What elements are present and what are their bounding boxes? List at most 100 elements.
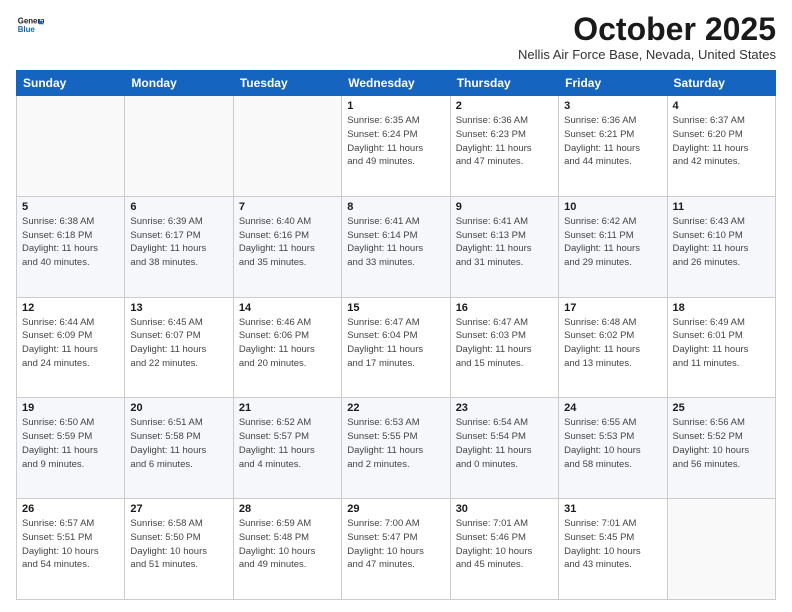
table-row: 10Sunrise: 6:42 AM Sunset: 6:11 PM Dayli… [559, 196, 667, 297]
day-info: Sunrise: 6:39 AM Sunset: 6:17 PM Dayligh… [130, 215, 227, 270]
day-number: 24 [564, 402, 661, 414]
table-row: 14Sunrise: 6:46 AM Sunset: 6:06 PM Dayli… [233, 297, 341, 398]
day-info: Sunrise: 6:56 AM Sunset: 5:52 PM Dayligh… [673, 416, 770, 471]
header: General Blue October 2025 Nellis Air For… [16, 12, 776, 62]
day-number: 19 [22, 402, 119, 414]
header-friday: Friday [559, 71, 667, 96]
day-number: 16 [456, 302, 553, 314]
day-number: 7 [239, 201, 336, 213]
day-info: Sunrise: 6:52 AM Sunset: 5:57 PM Dayligh… [239, 416, 336, 471]
calendar-header-row: Sunday Monday Tuesday Wednesday Thursday… [17, 71, 776, 96]
day-info: Sunrise: 6:35 AM Sunset: 6:24 PM Dayligh… [347, 114, 444, 169]
table-row: 22 Sunrise: 6:53 AM Sunset: 5:55 PM Dayli… [342, 398, 450, 499]
day-number: 1 [347, 100, 444, 112]
day-number: 31 [564, 503, 661, 515]
table-row: 20Sunrise: 6:51 AM Sunset: 5:58 PM Dayli… [125, 398, 233, 499]
day-info: Sunrise: 6:55 AM Sunset: 5:53 PM Dayligh… [564, 416, 661, 471]
month-title: October 2025 [518, 12, 776, 47]
day-number: 22 [347, 402, 444, 414]
table-row [17, 96, 125, 197]
header-sunday: Sunday [17, 71, 125, 96]
table-row: 18 Sunrise: 6:49 AM Sunset: 6:01 PM Dayli… [667, 297, 775, 398]
day-info: Sunrise: 6:53 AM Sunset: 5:55 PM Dayligh… [347, 416, 444, 471]
day-info: Sunrise: 6:41 AM Sunset: 6:13 PM Dayligh… [456, 215, 553, 270]
day-number: 4 [673, 100, 770, 112]
table-row: 11Sunrise: 6:43 AM Sunset: 6:10 PM Dayli… [667, 196, 775, 297]
day-number: 27 [130, 503, 227, 515]
day-info: Sunrise: 6:54 AM Sunset: 5:54 PM Dayligh… [456, 416, 553, 471]
day-info: Sunrise: 7:01 AM Sunset: 5:45 PM Dayligh… [564, 517, 661, 572]
day-number: 20 [130, 402, 227, 414]
logo: General Blue [16, 12, 44, 40]
day-number: 30 [456, 503, 553, 515]
table-row: 17 Sunrise: 6:48 AM Sunset: 6:02 PM Dayli… [559, 297, 667, 398]
day-number: 17 [564, 302, 661, 314]
day-number: 9 [456, 201, 553, 213]
day-number: 15 [347, 302, 444, 314]
header-thursday: Thursday [450, 71, 558, 96]
subtitle: Nellis Air Force Base, Nevada, United St… [518, 47, 776, 62]
table-row [667, 499, 775, 600]
week-row-2: 12Sunrise: 6:44 AM Sunset: 6:09 PM Dayli… [17, 297, 776, 398]
day-info: Sunrise: 6:41 AM Sunset: 6:14 PM Dayligh… [347, 215, 444, 270]
week-row-3: 19 Sunrise: 6:50 AM Sunset: 5:59 PM Dayli… [17, 398, 776, 499]
day-number: 6 [130, 201, 227, 213]
day-number: 12 [22, 302, 119, 314]
day-info: Sunrise: 6:38 AM Sunset: 6:18 PM Dayligh… [22, 215, 119, 270]
day-number: 13 [130, 302, 227, 314]
table-row: 8Sunrise: 6:41 AM Sunset: 6:14 PM Daylig… [342, 196, 450, 297]
day-info: Sunrise: 6:57 AM Sunset: 5:51 PM Dayligh… [22, 517, 119, 572]
header-tuesday: Tuesday [233, 71, 341, 96]
week-row-1: 5Sunrise: 6:38 AM Sunset: 6:18 PM Daylig… [17, 196, 776, 297]
day-info: Sunrise: 6:36 AM Sunset: 6:23 PM Dayligh… [456, 114, 553, 169]
page: General Blue October 2025 Nellis Air For… [0, 0, 792, 612]
header-saturday: Saturday [667, 71, 775, 96]
logo-icon: General Blue [16, 12, 44, 40]
table-row: 23 Sunrise: 6:54 AM Sunset: 5:54 PM Dayli… [450, 398, 558, 499]
day-info: Sunrise: 6:48 AM Sunset: 6:02 PM Dayligh… [564, 316, 661, 371]
header-monday: Monday [125, 71, 233, 96]
table-row: 2 Sunrise: 6:36 AM Sunset: 6:23 PM Daylig… [450, 96, 558, 197]
day-number: 10 [564, 201, 661, 213]
day-number: 3 [564, 100, 661, 112]
day-number: 26 [22, 503, 119, 515]
day-number: 18 [673, 302, 770, 314]
day-info: Sunrise: 6:59 AM Sunset: 5:48 PM Dayligh… [239, 517, 336, 572]
day-info: Sunrise: 6:43 AM Sunset: 6:10 PM Dayligh… [673, 215, 770, 270]
table-row: 1 Sunrise: 6:35 AM Sunset: 6:24 PM Daylig… [342, 96, 450, 197]
svg-text:Blue: Blue [18, 25, 36, 34]
table-row: 4Sunrise: 6:37 AM Sunset: 6:20 PM Daylig… [667, 96, 775, 197]
day-info: Sunrise: 6:47 AM Sunset: 6:03 PM Dayligh… [456, 316, 553, 371]
table-row: 29 Sunrise: 7:00 AM Sunset: 5:47 PM Dayli… [342, 499, 450, 600]
table-row: 6 Sunrise: 6:39 AM Sunset: 6:17 PM Daylig… [125, 196, 233, 297]
table-row [125, 96, 233, 197]
day-number: 23 [456, 402, 553, 414]
day-number: 29 [347, 503, 444, 515]
table-row: 28 Sunrise: 6:59 AM Sunset: 5:48 PM Dayli… [233, 499, 341, 600]
title-block: October 2025 Nellis Air Force Base, Neva… [518, 12, 776, 62]
day-info: Sunrise: 6:46 AM Sunset: 6:06 PM Dayligh… [239, 316, 336, 371]
day-info: Sunrise: 6:58 AM Sunset: 5:50 PM Dayligh… [130, 517, 227, 572]
table-row: 27 Sunrise: 6:58 AM Sunset: 5:50 PM Dayli… [125, 499, 233, 600]
table-row: 7Sunrise: 6:40 AM Sunset: 6:16 PM Daylig… [233, 196, 341, 297]
table-row: 13Sunrise: 6:45 AM Sunset: 6:07 PM Dayli… [125, 297, 233, 398]
day-info: Sunrise: 7:00 AM Sunset: 5:47 PM Dayligh… [347, 517, 444, 572]
table-row: 21Sunrise: 6:52 AM Sunset: 5:57 PM Dayli… [233, 398, 341, 499]
table-row: 3 Sunrise: 6:36 AM Sunset: 6:21 PM Daylig… [559, 96, 667, 197]
table-row: 30Sunrise: 7:01 AM Sunset: 5:46 PM Dayli… [450, 499, 558, 600]
day-info: Sunrise: 6:49 AM Sunset: 6:01 PM Dayligh… [673, 316, 770, 371]
week-row-0: 1 Sunrise: 6:35 AM Sunset: 6:24 PM Daylig… [17, 96, 776, 197]
day-number: 28 [239, 503, 336, 515]
day-number: 2 [456, 100, 553, 112]
table-row: 19 Sunrise: 6:50 AM Sunset: 5:59 PM Dayli… [17, 398, 125, 499]
day-number: 25 [673, 402, 770, 414]
table-row: 26 Sunrise: 6:57 AM Sunset: 5:51 PM Dayli… [17, 499, 125, 600]
table-row: 24 Sunrise: 6:55 AM Sunset: 5:53 PM Dayli… [559, 398, 667, 499]
table-row: 25 Sunrise: 6:56 AM Sunset: 5:52 PM Dayli… [667, 398, 775, 499]
day-info: Sunrise: 6:36 AM Sunset: 6:21 PM Dayligh… [564, 114, 661, 169]
table-row: 15Sunrise: 6:47 AM Sunset: 6:04 PM Dayli… [342, 297, 450, 398]
table-row [233, 96, 341, 197]
table-row: 5Sunrise: 6:38 AM Sunset: 6:18 PM Daylig… [17, 196, 125, 297]
day-info: Sunrise: 6:50 AM Sunset: 5:59 PM Dayligh… [22, 416, 119, 471]
week-row-4: 26 Sunrise: 6:57 AM Sunset: 5:51 PM Dayli… [17, 499, 776, 600]
